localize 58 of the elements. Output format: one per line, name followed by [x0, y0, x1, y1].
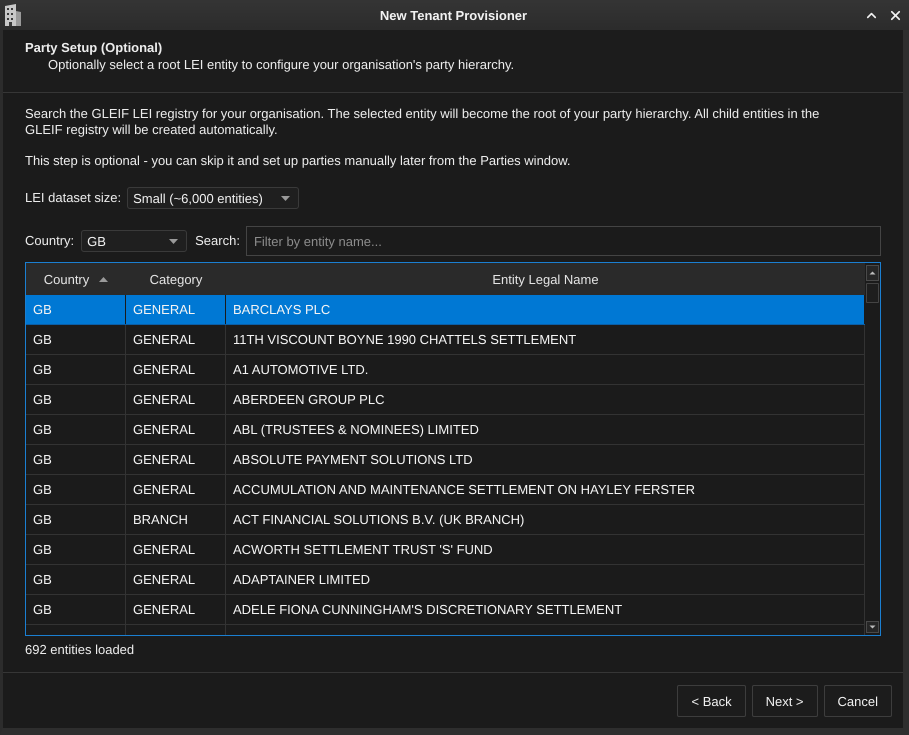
instruction-text: This step is optional - you can skip it and set up parties manually later from the Parties window.	[25, 153, 572, 169]
table-cell: GB	[26, 535, 126, 564]
table-row[interactable]: GB BRANCH ACT FINANCIAL SOLUTIONS B.V. (UK BRANCH)	[26, 505, 865, 535]
status-text: 692 entities loaded	[25, 642, 136, 658]
column-header[interactable]: Category	[126, 263, 226, 295]
building-icon	[4, 4, 22, 26]
table-cell: GB	[26, 505, 126, 534]
table-cell: GENERAL	[126, 535, 226, 564]
table-cell: GB	[26, 295, 126, 324]
table-row[interactable]: GB GENERAL ABL (TRUSTEES & NOMINEES) LIMITED	[26, 415, 865, 445]
table-cell: BRANCH	[126, 505, 226, 534]
dataset-size-label: LEI dataset size:	[25, 190, 122, 206]
wizard-button[interactable]: < Back	[677, 685, 746, 717]
wizard-button[interactable]: Cancel	[824, 685, 892, 717]
table-cell: GENERAL	[126, 295, 226, 324]
table-cell: GENERAL	[126, 595, 226, 624]
scrollbar-thumb[interactable]	[866, 283, 879, 303]
window-title: New Tenant Provisioner	[378, 8, 528, 22]
table-cell: GENERAL	[126, 475, 226, 504]
table-cell: GB	[26, 595, 126, 624]
country-dropdown[interactable]: GB	[81, 230, 188, 252]
table-row[interactable]: GB GENERAL 11TH VISCOUNT BOYNE 1990 CHATTELS SETTLEMENT	[26, 325, 865, 355]
table-cell: GENERAL	[126, 385, 226, 414]
table-cell: GENERAL	[126, 325, 226, 354]
table-row[interactable]: GB GENERAL ABERDEEN GROUP PLC	[26, 385, 865, 415]
table-row[interactable]: GB GENERAL ADELE FIONA CUNNINGHAM'S DISCRETIONARY SETTLEMENT	[26, 595, 865, 625]
table-cell: GB	[26, 325, 126, 354]
table-row[interactable]: GB GENERAL ACCUMULATION AND MAINTENANCE SETTLEMENT ON HAYLEY FERSTER	[26, 475, 865, 505]
table-cell: GENERAL	[126, 415, 226, 444]
table-row[interactable]: GB GENERAL ADAPTAINER LIMITED	[26, 565, 865, 595]
table-cell: GB	[26, 415, 126, 444]
column-header[interactable]: Country	[26, 263, 126, 295]
table-cell: GB	[26, 355, 126, 384]
page-title: Party Setup (Optional)	[25, 40, 164, 56]
column-header[interactable]: Entity Legal Name	[226, 263, 865, 295]
vertical-scrollbar[interactable]	[865, 263, 880, 635]
instruction-text: Search the GLEIF LEI registry for your organisation. The selected entity will become the root of your party hierarchy. All child entities in the GLEIF registry will be created automatically.	[25, 106, 820, 138]
wizard-button[interactable]: Next >	[752, 685, 818, 717]
page-subtitle: Optionally select a root LEI entity to configure your organisation's party hierarchy.	[47, 57, 516, 73]
table-row[interactable]: GB GENERAL ACWORTH SETTLEMENT TRUST 'S' FUND	[26, 535, 865, 565]
table-row[interactable]: GB GENERAL BARCLAYS PLC	[26, 295, 865, 325]
search-field[interactable]: Filter by entity name...	[246, 226, 881, 256]
table-row[interactable]: GB GENERAL ABSOLUTE PAYMENT SOLUTIONS LTD	[26, 445, 865, 475]
dropdown-arrow-icon	[281, 196, 290, 200]
dataset-size-dropdown[interactable]: Small (~6,000 entities)	[127, 187, 300, 209]
table-row[interactable]: GB GENERAL A1 AUTOMOTIVE LTD.	[26, 355, 865, 385]
table-cell: GB	[26, 445, 126, 474]
table-cell: GENERAL	[126, 355, 226, 384]
table-cell: GB	[26, 385, 126, 414]
table-cell: GENERAL	[126, 445, 226, 474]
country-label: Country:	[25, 233, 74, 249]
scroll-up-icon[interactable]	[866, 265, 879, 281]
table-cell: GB	[26, 565, 126, 594]
table-cell: GB	[26, 475, 126, 504]
search-label: Search:	[195, 233, 240, 249]
scroll-down-icon[interactable]	[866, 621, 879, 633]
dropdown-arrow-icon	[169, 238, 178, 244]
table-cell: GENERAL	[126, 565, 226, 594]
